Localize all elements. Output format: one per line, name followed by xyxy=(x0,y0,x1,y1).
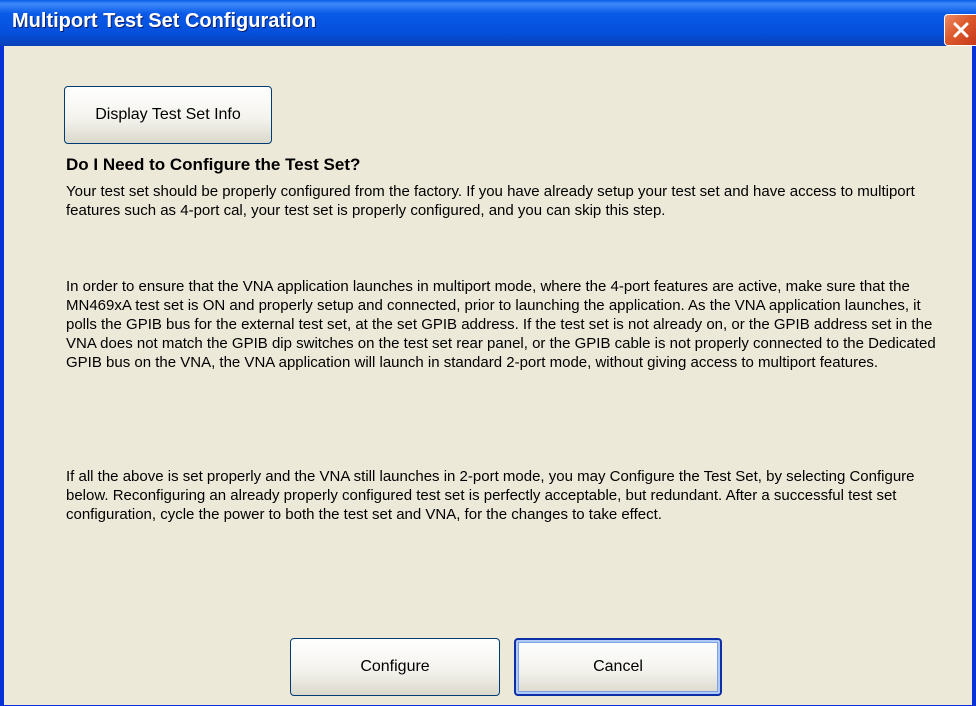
close-button[interactable] xyxy=(944,14,976,46)
title-bar[interactable]: Multiport Test Set Configuration xyxy=(0,0,976,46)
configure-button[interactable]: Configure xyxy=(290,638,500,696)
window-title: Multiport Test Set Configuration xyxy=(12,10,317,32)
dialog-window: Multiport Test Set Configuration Display… xyxy=(0,0,976,706)
paragraph-reconfigure: If all the above is set properly and the… xyxy=(66,468,915,523)
close-icon xyxy=(953,22,969,38)
paragraph-multiport-launch: In order to ensure that the VNA applicat… xyxy=(66,278,936,371)
display-test-set-info-button[interactable]: Display Test Set Info xyxy=(64,86,272,144)
paragraph-factory-config: Your test set should be properly configu… xyxy=(66,183,915,219)
cancel-button[interactable]: Cancel xyxy=(514,638,722,696)
section-heading: Do I Need to Configure the Test Set? xyxy=(66,155,361,174)
